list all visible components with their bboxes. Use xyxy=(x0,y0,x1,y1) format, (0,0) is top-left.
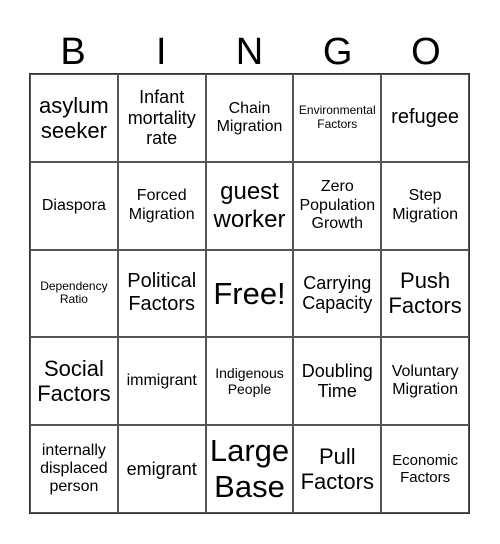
free-space-cell[interactable]: Free! xyxy=(205,249,294,338)
bingo-cell[interactable]: Voluntary Migration xyxy=(381,337,469,426)
bingo-cell[interactable]: Carrying Capacity xyxy=(293,249,382,338)
bingo-cell[interactable]: emigrant xyxy=(117,425,206,513)
bingo-cell[interactable]: Indigenous People xyxy=(205,337,294,426)
bingo-cell[interactable]: Pull Factors xyxy=(293,425,382,513)
bingo-cell[interactable]: asylum seeker xyxy=(30,74,118,162)
header-letter-b: B xyxy=(60,31,86,73)
bingo-cell[interactable]: refugee xyxy=(381,74,469,162)
bingo-cell[interactable]: Forced Migration xyxy=(117,161,206,250)
bingo-cell[interactable]: guest worker xyxy=(205,161,294,250)
bingo-cell[interactable]: immigrant xyxy=(117,337,206,426)
bingo-header: B I N G O xyxy=(29,30,470,74)
bingo-cell[interactable]: Large Base xyxy=(205,425,294,513)
bingo-cell[interactable]: Zero Population Growth xyxy=(293,161,382,250)
bingo-cell[interactable]: Economic Factors xyxy=(381,425,469,513)
header-letter-i: I xyxy=(156,31,167,73)
bingo-cell[interactable]: Environmental Factors xyxy=(293,74,382,162)
bingo-cell[interactable]: Chain Migration xyxy=(205,74,294,162)
header-letter-o: O xyxy=(411,31,441,73)
header-letter-g: G xyxy=(322,31,353,73)
bingo-cell[interactable]: Social Factors xyxy=(30,337,118,426)
bingo-cell[interactable]: Political Factors xyxy=(117,249,206,338)
bingo-cell[interactable]: Push Factors xyxy=(381,249,469,338)
header-letter-n: N xyxy=(235,31,264,73)
bingo-cell[interactable]: Doubling Time xyxy=(293,337,382,426)
bingo-cell[interactable]: Step Migration xyxy=(381,161,469,250)
bingo-cell[interactable]: Dependency Ratio xyxy=(30,249,118,338)
bingo-cell[interactable]: Diaspora xyxy=(30,161,118,250)
bingo-card-grid: asylum seeker Infant mortality rate Chai… xyxy=(29,73,470,514)
bingo-cell[interactable]: Infant mortality rate xyxy=(117,74,206,162)
bingo-cell[interactable]: internally displaced person xyxy=(30,425,118,513)
